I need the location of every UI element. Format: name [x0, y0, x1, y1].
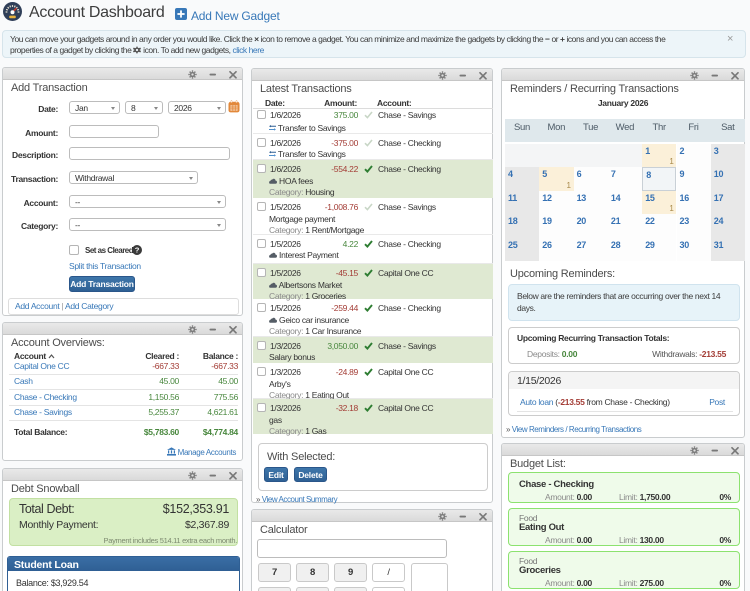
- svg-text:?: ?: [135, 246, 140, 255]
